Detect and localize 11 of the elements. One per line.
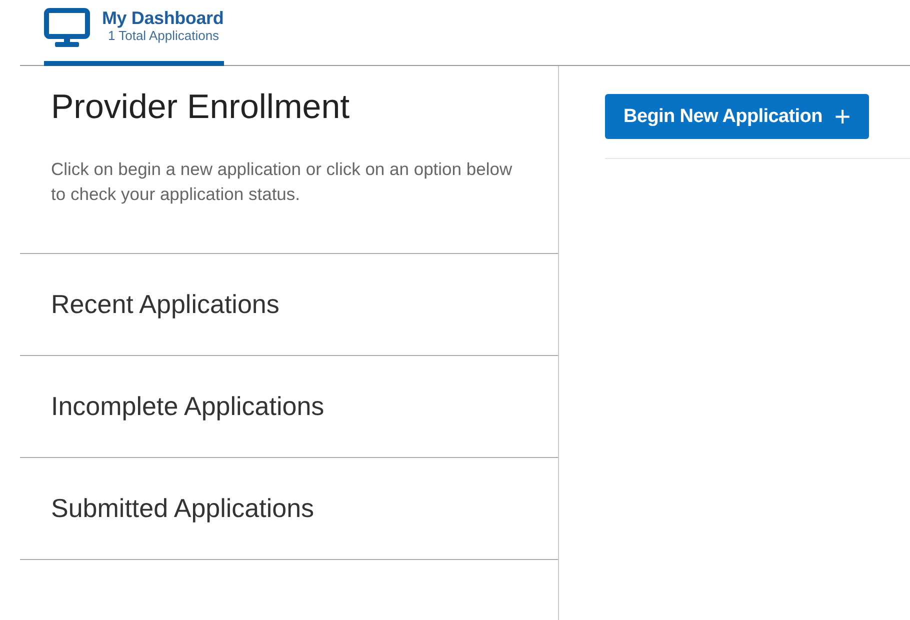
application-count: 1 Total Applications	[108, 28, 220, 43]
page-title: Provider Enrollment	[51, 88, 351, 127]
dashboard-tab[interactable]: My Dashboard 1 Total Applications	[44, 0, 224, 66]
plus-icon: +	[834, 102, 850, 130]
application-option[interactable]: Recent Applications	[20, 254, 558, 356]
tab-title: My Dashboard	[102, 8, 224, 28]
application-option[interactable]: Submitted Applications	[20, 458, 558, 560]
begin-application-button[interactable]: Begin New Application +	[605, 94, 869, 139]
monitor-icon	[44, 8, 90, 48]
page-description: Click on begin a new application or click on an option below to check your application status.	[51, 158, 514, 206]
application-option[interactable]: Incomplete Applications	[20, 356, 558, 458]
